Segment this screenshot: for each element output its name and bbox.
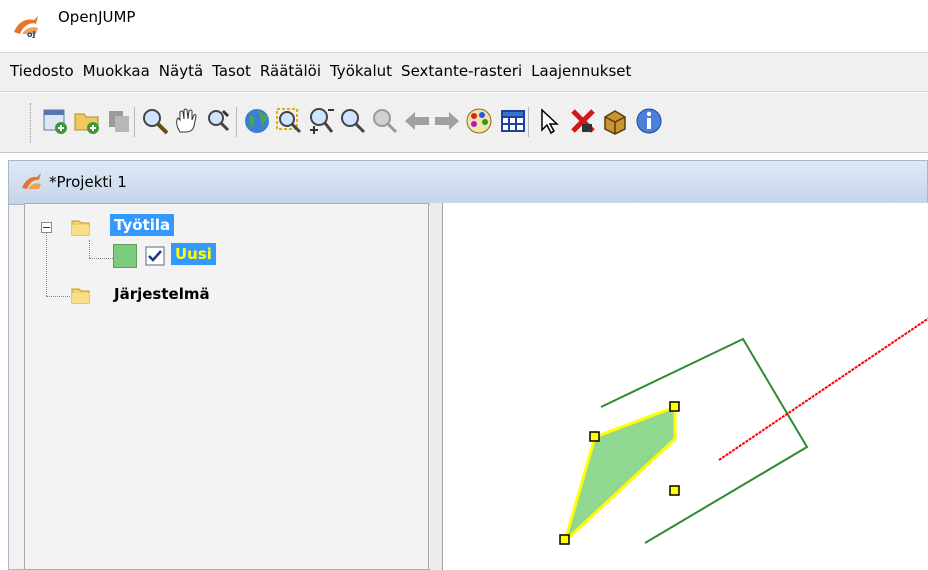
open-folder-icon[interactable] (72, 106, 102, 136)
previous-view-icon[interactable] (402, 106, 432, 136)
panel-splitter[interactable] (430, 203, 442, 570)
zoom-disabled-icon[interactable] (370, 106, 400, 136)
vertex-handle[interactable] (669, 485, 680, 496)
grid-table-icon[interactable] (498, 106, 528, 136)
menu-nayta[interactable]: Näytä (159, 62, 203, 80)
app-title: OpenJUMP (58, 8, 136, 26)
folder-icon (71, 220, 90, 236)
openjump-logo-icon: oJ (14, 16, 38, 38)
selected-polygon-feature[interactable] (562, 404, 677, 546)
next-view-icon[interactable] (432, 106, 462, 136)
select-arrow-icon[interactable] (534, 106, 564, 136)
zoom-out-icon[interactable] (306, 106, 336, 136)
menu-tyokalut[interactable]: Työkalut (330, 62, 392, 80)
globe-full-extent-icon[interactable] (242, 106, 272, 136)
tree-connector (89, 240, 90, 258)
pan-hand-icon[interactable] (172, 106, 202, 136)
menu-raataloi[interactable]: Räätälöi (260, 62, 321, 80)
project-title: *Projekti 1 (49, 173, 127, 191)
project-frame-title-bar[interactable]: *Projekti 1 (9, 161, 927, 205)
toolbar-separator (528, 107, 529, 137)
layer-style-swatch[interactable] (113, 244, 137, 268)
menu-tasot[interactable]: Tasot (212, 62, 251, 80)
layer-tree-panel: Työtila Uusi Järjestelmä (24, 203, 429, 570)
category-working[interactable]: Työtila (110, 214, 175, 236)
info-icon[interactable] (634, 106, 664, 136)
folder-icon (71, 288, 90, 304)
zoom-to-layer-icon[interactable] (274, 106, 304, 136)
zoom-icon[interactable] (140, 106, 170, 136)
category-system[interactable]: Järjestelmä (110, 283, 214, 305)
tree-connector (46, 296, 70, 297)
toolbar-separator (236, 107, 237, 137)
vertex-handle[interactable] (559, 534, 570, 545)
zoom-previous-icon[interactable] (338, 106, 368, 136)
delete-icon[interactable] (568, 106, 598, 136)
tree-collapse-toggle[interactable] (41, 222, 52, 233)
tree-connector (46, 232, 47, 296)
new-project-icon[interactable] (40, 106, 70, 136)
palette-icon[interactable] (464, 106, 494, 136)
feature-info-box-icon[interactable] (600, 106, 630, 136)
copy-icon[interactable] (104, 106, 134, 136)
menu-muokkaa[interactable]: Muokkaa (83, 62, 150, 80)
menu-laajennukset[interactable]: Laajennukset (531, 62, 631, 80)
red-line-feature[interactable] (718, 317, 928, 461)
zoom-to-selection-icon[interactable] (204, 106, 234, 136)
toolbar-separator (134, 107, 135, 137)
menu-tiedosto[interactable]: Tiedosto (10, 62, 74, 80)
map-canvas[interactable] (443, 203, 928, 570)
layer-visibility-checkbox[interactable] (145, 246, 165, 266)
map-view[interactable] (442, 203, 928, 570)
toolbar-grip[interactable] (30, 103, 34, 143)
project-icon (22, 173, 41, 189)
tree-connector (89, 258, 113, 259)
window-title-bar: oJ OpenJUMP (0, 0, 928, 44)
svg-text:oJ: oJ (27, 30, 35, 38)
main-toolbar (0, 93, 928, 153)
menu-bar: Tiedosto Muokkaa Näytä Tasot Räätälöi Ty… (0, 52, 928, 92)
layer-name[interactable]: Uusi (171, 243, 216, 265)
menu-sextante-rasteri[interactable]: Sextante-rasteri (401, 62, 522, 80)
vertex-handle[interactable] (589, 431, 600, 442)
vertex-handle[interactable] (669, 401, 680, 412)
